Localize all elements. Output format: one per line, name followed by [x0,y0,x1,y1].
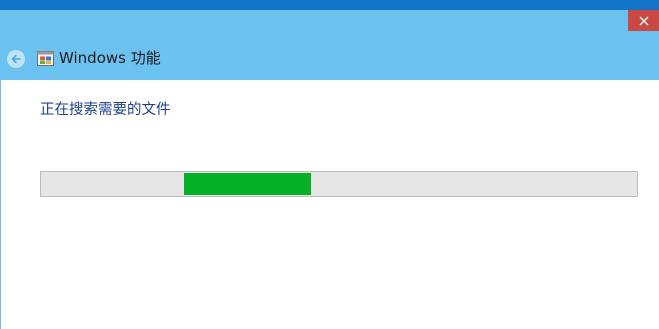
progress-bar [40,171,638,197]
back-arrow-icon [11,54,21,64]
dialog-content: 正在搜索需要的文件 [0,80,659,329]
close-icon [639,16,648,25]
back-button[interactable] [7,50,25,68]
progress-indicator [184,173,311,195]
desktop-background [0,0,659,10]
close-button[interactable] [628,10,659,31]
title-bar: Windows 功能 [0,10,659,80]
window-title: Windows 功能 [59,49,161,67]
status-text: 正在搜索需要的文件 [40,102,171,118]
windows-features-dialog: Windows 功能 正在搜索需要的文件 [0,10,659,329]
windows-features-icon [37,51,54,66]
